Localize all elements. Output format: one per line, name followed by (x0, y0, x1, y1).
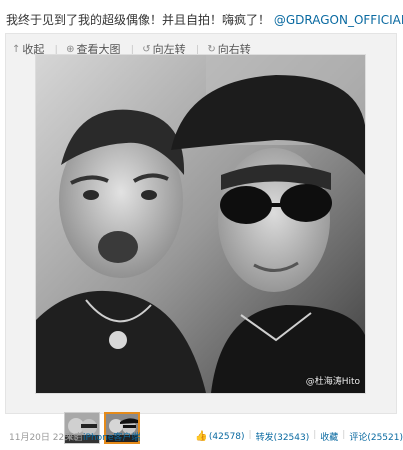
thumbs-up-icon: 👍 (195, 431, 208, 442)
photo-watermark: @杜海涛Hito (305, 377, 360, 387)
zoom-icon: ⊕ (66, 43, 75, 55)
like-button[interactable]: 👍 (42578) (195, 430, 244, 443)
collapse-icon: ↑ (12, 43, 21, 55)
post-actions: 👍 (42578) | 转发(32543) | 收藏 | 评论(25521) (195, 430, 403, 443)
comment-button[interactable]: 评论(25521) (349, 430, 403, 443)
rotate-left-icon: ↺ (142, 43, 151, 55)
rotate-right-icon: ↻ (207, 43, 216, 55)
post-photo[interactable]: @杜海涛Hito (36, 55, 365, 393)
source-link[interactable]: iPhone客户端 (83, 433, 140, 443)
photo-illustration (36, 55, 365, 393)
like-count: (42578) (208, 431, 245, 442)
post-source: 来自iPhone客户端 (65, 430, 140, 443)
favorite-button[interactable]: 收藏 (320, 430, 338, 443)
media-expanded-panel: ↑ 收起 | ⊕ 查看大图 | ↺ 向左转 | ↻ 向右转 @杜海涛Hito (5, 33, 397, 444)
repost-button[interactable]: 转发(32543) (256, 430, 310, 443)
media-toolbar: ↑ 收起 | ⊕ 查看大图 | ↺ 向左转 | ↻ 向右转 (12, 42, 251, 57)
source-prefix: 来自 (65, 433, 84, 443)
post-text: 我终于见到了我的超级偶像！并且自拍！嗨疯了！ @GDRAGON_OFFICIAL (6, 12, 403, 28)
post-footer: 11月20日 22:48 来自iPhone客户端 👍 (42578) | 转发(… (9, 430, 403, 446)
mention-link[interactable]: @GDRAGON_OFFICIAL (274, 13, 403, 27)
post-body: 我终于见到了我的超级偶像！并且自拍！嗨疯了！ (6, 13, 271, 27)
